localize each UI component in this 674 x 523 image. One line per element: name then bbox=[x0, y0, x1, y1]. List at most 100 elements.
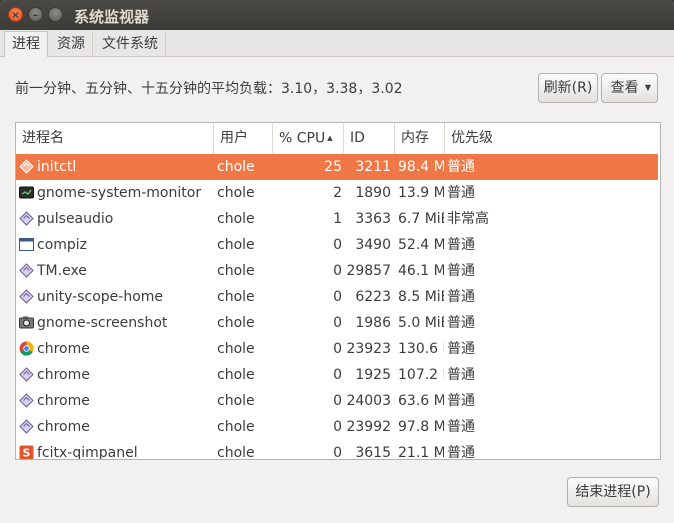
process-name-cell: TM.exe bbox=[37, 263, 87, 279]
user-cell: chole bbox=[217, 185, 255, 201]
chevron-down-icon: ▼ bbox=[644, 83, 651, 92]
svg-text:S: S bbox=[23, 447, 31, 460]
process-name-cell: chrome bbox=[37, 367, 90, 383]
pid-cell: 1890 bbox=[355, 185, 391, 201]
memory-cell: 5.0 MiB bbox=[398, 315, 444, 331]
table-row[interactable]: unity-scope-home chole 0 6223 8.5 MiB普通 bbox=[16, 284, 658, 310]
memory-cell: 130.6 M bbox=[398, 341, 444, 357]
pid-cell: 24003 bbox=[346, 393, 391, 409]
priority-cell: 普通 bbox=[447, 315, 475, 331]
process-name-cell: gnome-screenshot bbox=[37, 315, 168, 331]
pid-cell: 6223 bbox=[355, 289, 391, 305]
tab-bar: 进程 资源 文件系统 bbox=[0, 30, 674, 57]
tab-processes[interactable]: 进程 bbox=[4, 31, 48, 57]
table-row[interactable]: chrome chole 023992 97.8 Mi普通 bbox=[16, 414, 658, 440]
cpu-cell: 0 bbox=[333, 419, 342, 435]
user-cell: chole bbox=[217, 419, 255, 435]
minimize-window-button[interactable]: – bbox=[28, 7, 43, 22]
memory-cell: 52.4 Mi bbox=[398, 237, 444, 253]
process-name-cell: fcitx-qimpanel bbox=[37, 445, 138, 460]
cpu-header-label: % CPU bbox=[279, 130, 326, 147]
memory-cell: 97.8 Mi bbox=[398, 419, 444, 435]
process-name-cell: chrome bbox=[37, 341, 90, 357]
cpu-cell: 0 bbox=[333, 263, 342, 279]
table-row[interactable]: gnome-system-monitor chole 2 1890 13.9 Mi普通 bbox=[16, 180, 658, 206]
process-name-cell: chrome bbox=[37, 393, 90, 409]
load-average-text: 前一分钟、五分钟、十五分钟的平均负载：3.10，3.38，3.02 bbox=[15, 81, 403, 97]
user-cell: chole bbox=[217, 237, 255, 253]
column-header-priority[interactable]: 优先级 bbox=[445, 123, 658, 154]
vertical-scrollbar[interactable] bbox=[658, 123, 660, 459]
maximize-window-button[interactable] bbox=[48, 7, 63, 22]
pid-cell: 3615 bbox=[355, 445, 391, 460]
pid-cell: 3490 bbox=[355, 237, 391, 253]
column-header-memory[interactable]: 内存 bbox=[395, 123, 445, 154]
user-cell: chole bbox=[217, 341, 255, 357]
user-cell: chole bbox=[217, 159, 255, 175]
memory-cell: 107.2 M bbox=[398, 367, 444, 383]
table-row[interactable]: gnome-screenshot chole 0 1986 5.0 MiB普通 bbox=[16, 310, 658, 336]
process-name-cell: chrome bbox=[37, 419, 90, 435]
priority-cell: 普通 bbox=[447, 367, 475, 383]
tab-file-systems[interactable]: 文件系统 bbox=[95, 32, 166, 56]
process-name-cell: pulseaudio bbox=[37, 211, 114, 227]
table-row[interactable]: chrome chole 0 1925 107.2 M普通 bbox=[16, 362, 658, 388]
column-header-name[interactable]: 进程名 bbox=[16, 123, 214, 154]
priority-cell: 普通 bbox=[447, 419, 475, 435]
priority-cell: 普通 bbox=[447, 159, 475, 175]
process-table[interactable]: 进程名 用户 % CPU ▲ ID 内存 优先级 initctl chole 25 32… bbox=[15, 122, 661, 460]
close-window-button[interactable]: × bbox=[8, 7, 23, 22]
pid-cell: 1925 bbox=[355, 367, 391, 383]
sort-ascending-icon: ▲ bbox=[327, 134, 333, 142]
memory-cell: 6.7 MiB bbox=[398, 211, 444, 227]
view-label: 查看 bbox=[610, 80, 639, 96]
memory-cell: 21.1 Mi bbox=[398, 445, 444, 460]
table-row[interactable]: initctl chole 25 3211 98.4 Mi普通 bbox=[16, 154, 658, 180]
cpu-cell: 0 bbox=[333, 367, 342, 383]
cpu-cell: 0 bbox=[333, 445, 342, 460]
table-header: 进程名 用户 % CPU ▲ ID 内存 优先级 bbox=[16, 123, 660, 155]
user-cell: chole bbox=[217, 445, 255, 460]
table-row[interactable]: pulseaudio chole 1 3363 6.7 MiB非常高 bbox=[16, 206, 658, 232]
memory-cell: 46.1 Mi bbox=[398, 263, 444, 279]
pid-cell: 23923 bbox=[346, 341, 391, 357]
pid-cell: 3211 bbox=[355, 159, 391, 175]
priority-cell: 普通 bbox=[447, 185, 475, 201]
cpu-cell: 25 bbox=[324, 159, 342, 175]
cpu-cell: 0 bbox=[333, 315, 342, 331]
table-row[interactable]: TM.exe chole 029857 46.1 Mi普通 bbox=[16, 258, 658, 284]
column-header-cpu[interactable]: % CPU ▲ bbox=[273, 123, 344, 154]
process-name-cell: gnome-system-monitor bbox=[37, 185, 202, 201]
view-dropdown-button[interactable]: 查看 ▼ bbox=[601, 73, 658, 103]
process-name-cell: compiz bbox=[37, 237, 88, 253]
user-cell: chole bbox=[217, 263, 255, 279]
pid-cell: 1986 bbox=[355, 315, 391, 331]
end-process-button[interactable]: 结束进程(P) bbox=[567, 477, 659, 507]
table-row[interactable]: compiz chole 0 3490 52.4 Mi普通 bbox=[16, 232, 658, 258]
user-cell: chole bbox=[217, 315, 255, 331]
table-row[interactable]: chrome chole 024003 63.6 Mi普通 bbox=[16, 388, 658, 414]
process-name-cell: initctl bbox=[37, 159, 77, 175]
priority-cell: 普通 bbox=[447, 341, 475, 357]
user-cell: chole bbox=[217, 393, 255, 409]
tab-resources[interactable]: 资源 bbox=[50, 32, 93, 56]
table-row[interactable]: Sfcitx-qimpanel chole 0 3615 21.1 Mi普通 bbox=[16, 440, 658, 460]
system-monitor-window: × – 系统监视器 进程 资源 文件系统 前一分钟、五分钟、十五分钟的平均负载：… bbox=[0, 0, 674, 523]
column-header-id[interactable]: ID bbox=[344, 123, 395, 154]
refresh-button[interactable]: 刷新(R) bbox=[538, 73, 598, 103]
cpu-cell: 0 bbox=[333, 341, 342, 357]
pid-cell: 23992 bbox=[346, 419, 391, 435]
memory-cell: 13.9 Mi bbox=[398, 185, 444, 201]
table-row[interactable]: chrome chole 023923 130.6 M普通 bbox=[16, 336, 658, 362]
column-header-user[interactable]: 用户 bbox=[214, 123, 273, 154]
cpu-cell: 1 bbox=[333, 211, 342, 227]
cpu-cell: 0 bbox=[333, 237, 342, 253]
memory-cell: 98.4 Mi bbox=[398, 159, 444, 175]
priority-cell: 普通 bbox=[447, 445, 475, 460]
priority-cell: 普通 bbox=[447, 263, 475, 279]
process-rows: initctlchole25321198.4 Mi普通gnome-system-… bbox=[16, 154, 658, 460]
user-cell: chole bbox=[217, 211, 255, 227]
pid-cell: 29857 bbox=[346, 263, 391, 279]
process-name-cell: unity-scope-home bbox=[37, 289, 164, 305]
window-title: 系统监视器 bbox=[74, 8, 150, 26]
